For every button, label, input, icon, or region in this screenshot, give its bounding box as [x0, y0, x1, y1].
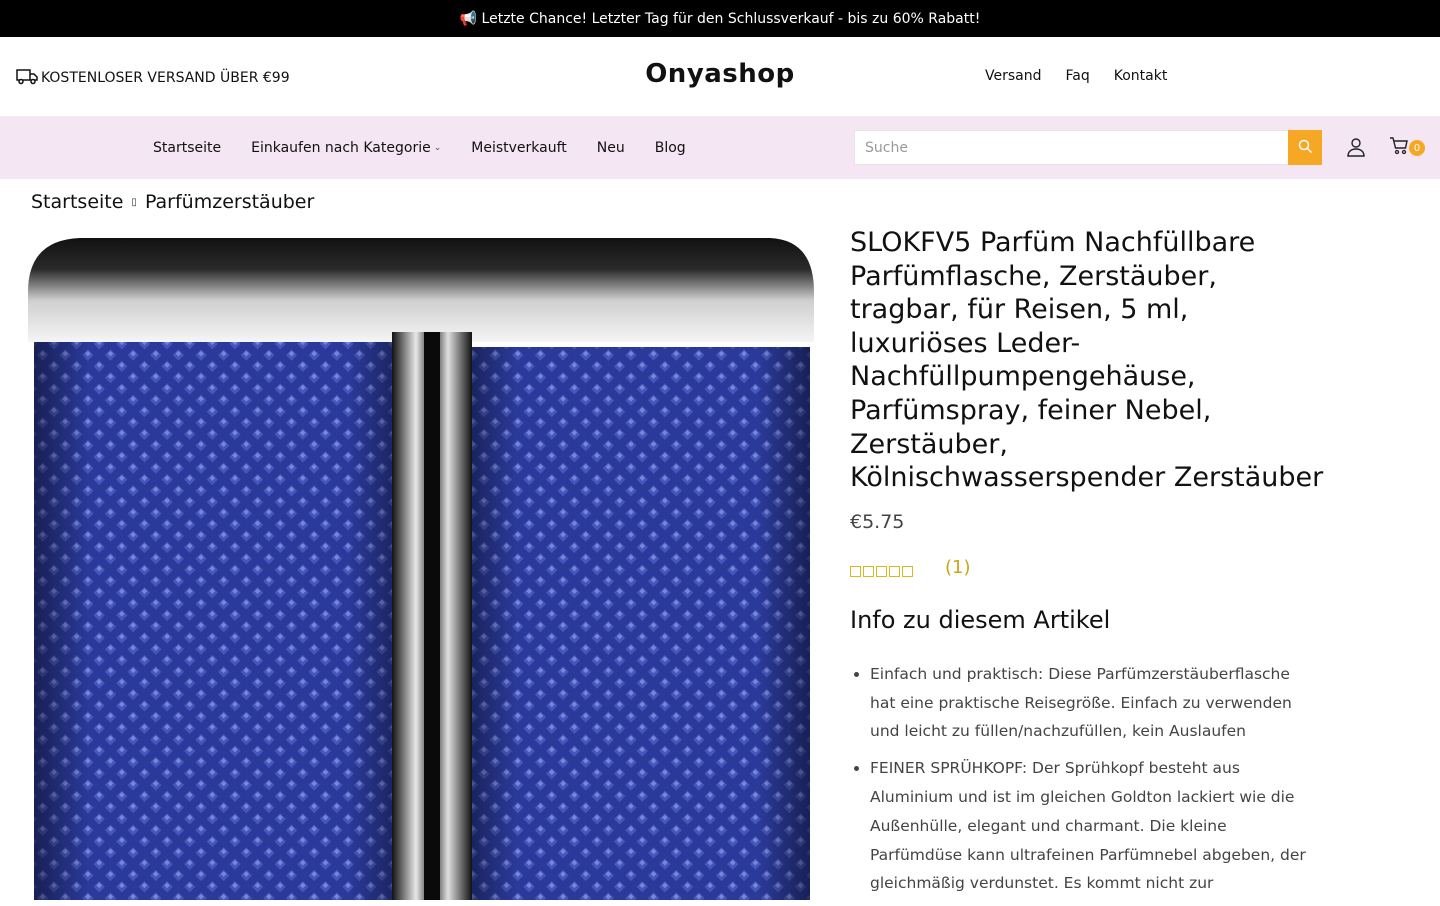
product-rating[interactable]: (1) [850, 557, 1330, 582]
cart-count-badge: 0 [1409, 140, 1425, 156]
feature-list: Einfach und praktisch: Diese Parfümzerst… [850, 660, 1320, 898]
search-button[interactable] [1288, 130, 1322, 165]
nav-item-neu[interactable]: Neu [597, 140, 625, 156]
announcement-bar: 📢 Letzte Chance! Letzter Tag für den Sch… [0, 0, 1440, 37]
breadcrumb-current: Parfümzerstäuber [144, 191, 315, 213]
breadcrumb-home[interactable]: Startseite [31, 191, 123, 213]
user-icon [1346, 138, 1366, 161]
search-input[interactable] [854, 130, 1288, 165]
search-icon [1298, 139, 1313, 157]
info-heading: Info zu diesem Artikel [850, 605, 1111, 634]
link-faq[interactable]: Faq [1066, 68, 1090, 84]
link-kontakt[interactable]: Kontakt [1114, 68, 1168, 84]
nav-item-label: Meistverkauft [471, 140, 567, 156]
rating-count[interactable]: (1) [945, 557, 971, 578]
breadcrumb: Startseite ▯ Parfümzerstäuber [31, 191, 314, 213]
main-nav: Startseite Einkaufen nach Kategorie ⌄ Mei… [0, 117, 1440, 179]
star-icon [902, 565, 913, 577]
star-icon [863, 565, 874, 577]
nav-item-kategorie[interactable]: Einkaufen nach Kategorie ⌄ [251, 140, 441, 156]
header-links: Versand Faq Kontakt [985, 68, 1191, 84]
nav-item-blog[interactable]: Blog [655, 140, 686, 156]
nav-item-label: Blog [654, 140, 686, 156]
product-title: SLOKFV5 Parfüm Nachfüllbare Parfümflasch… [850, 227, 1324, 494]
chevron-right-icon: ▯ [131, 196, 137, 208]
nav-item-startseite[interactable]: Startseite [153, 140, 221, 156]
nav-item-meistverkauft[interactable]: Meistverkauft [471, 140, 567, 156]
link-versand[interactable]: Versand [985, 68, 1042, 84]
product-info: SLOKFV5 Parfüm Nachfüllbare Parfümflasch… [850, 226, 1330, 906]
nav-item-label: Startseite [153, 140, 222, 156]
account-button[interactable] [1346, 137, 1366, 161]
star-rating [850, 565, 913, 577]
site-logo[interactable]: Onyashop [0, 59, 1440, 89]
search-bar [854, 130, 1322, 165]
cart-button[interactable] [1389, 137, 1409, 159]
star-icon [876, 565, 887, 577]
nav-links: Startseite Einkaufen nach Kategorie ⌄ Mei… [153, 117, 716, 179]
header: KOSTENLOSER VERSAND ÜBER €99 Onyashop Ve… [0, 37, 1440, 117]
chevron-down-icon: ⌄ [433, 143, 442, 153]
star-icon [850, 565, 861, 577]
star-icon [889, 565, 900, 577]
product-price: €5.75 [850, 510, 905, 533]
list-item: FEINER SPRÜHKOPF: Der Sprühkopf besteht … [870, 754, 1320, 898]
list-item: Einfach und praktisch: Diese Parfümzerst… [870, 660, 1320, 746]
nav-item-label: Einkaufen nach Kategorie [251, 140, 431, 156]
announcement-text: 📢 Letzte Chance! Letzter Tag für den Sch… [459, 10, 981, 27]
nav-item-label: Neu [596, 140, 625, 156]
perfume-bottle-image [20, 232, 820, 900]
cart-icon [1389, 137, 1409, 159]
product-image[interactable] [20, 232, 820, 900]
